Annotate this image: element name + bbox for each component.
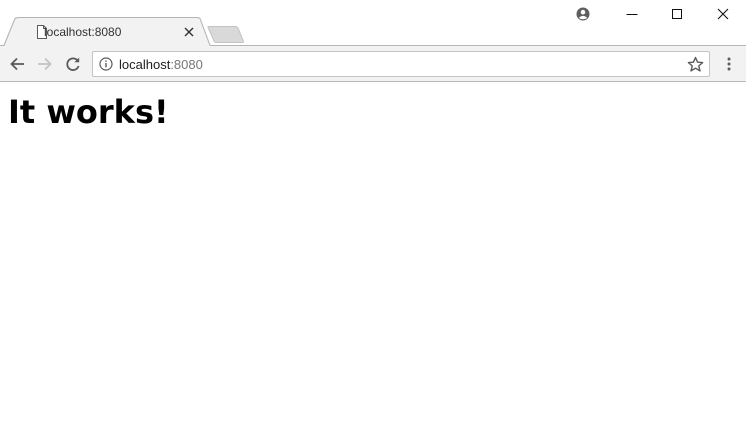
url-host: localhost [119,57,171,72]
tab-close-icon[interactable] [184,27,194,37]
tab-localhost[interactable]: localhost:8080 [14,18,204,46]
profile-icon [576,7,590,21]
reload-button[interactable] [62,53,84,75]
minimize-icon [626,14,638,15]
info-icon[interactable] [99,57,113,71]
page-viewport: It works! [0,83,746,421]
close-window-button[interactable] [701,0,745,28]
reload-icon [66,57,80,71]
back-button[interactable] [6,53,28,75]
more-vertical-icon [727,57,731,71]
star-icon[interactable] [687,56,704,73]
forward-button[interactable] [34,53,56,75]
new-tab-icon[interactable] [206,26,246,44]
maximize-icon [672,9,682,19]
url-port: :8080 [170,57,203,72]
browser-toolbar: localhost:8080 [0,46,746,82]
minimize-button[interactable] [610,0,654,28]
title-bar: localhost:8080 [0,0,746,46]
url-text[interactable]: localhost:8080 [119,56,203,73]
close-icon [717,8,729,20]
profile-button[interactable] [561,0,605,28]
back-arrow-icon [10,57,24,71]
forward-arrow-icon [38,57,52,71]
tab-title: localhost:8080 [44,25,122,39]
page-heading: It works! [8,93,169,131]
browser-menu-button[interactable] [718,53,740,75]
address-bar[interactable]: localhost:8080 [92,51,710,77]
maximize-button[interactable] [655,0,699,28]
